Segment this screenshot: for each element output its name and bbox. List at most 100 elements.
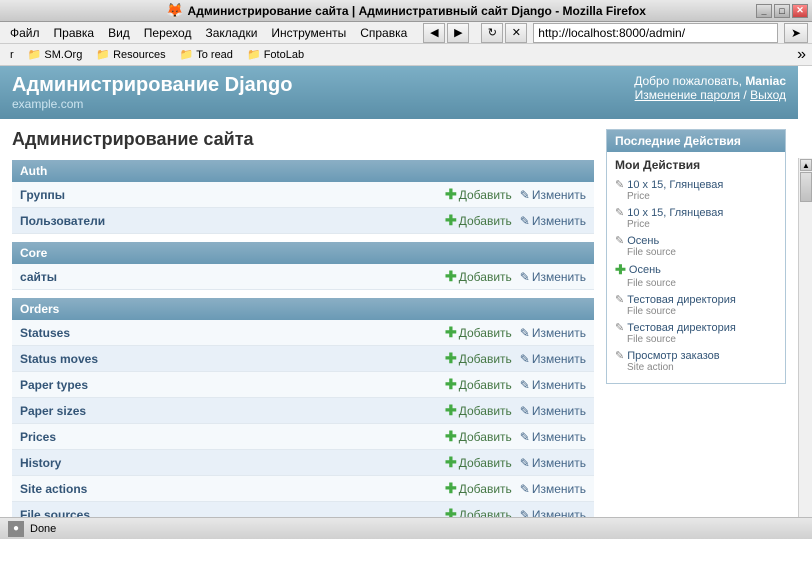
- statusbar: ● Done: [0, 517, 812, 539]
- pencil-icon-4: ✎: [520, 326, 530, 340]
- bm-resources[interactable]: Resources: [92, 47, 169, 62]
- minimize-button[interactable]: _: [756, 4, 772, 18]
- list-item: ✎ 10 x 15, Глянцевая Price: [615, 178, 777, 202]
- folder-icon-2: [96, 49, 110, 61]
- page-content: Администрирование сайта Auth Группы ✚Доб…: [0, 119, 798, 517]
- edit-icon-3: ✎: [615, 234, 624, 247]
- edit-icon-5: ✎: [615, 293, 624, 306]
- change-sites-button[interactable]: ✎Изменить: [520, 270, 586, 284]
- nav-forward-button[interactable]: ▶: [447, 23, 469, 43]
- welcome-text: Добро пожаловать,: [634, 74, 742, 88]
- nav-reload-button[interactable]: ↻: [481, 23, 503, 43]
- change-statuses-button[interactable]: ✎Изменить: [520, 326, 586, 340]
- add-paper-sizes-button[interactable]: ✚Добавить: [445, 402, 512, 419]
- model-paper-sizes[interactable]: Paper sizes: [20, 404, 86, 418]
- model-paper-types[interactable]: Paper types: [20, 378, 88, 392]
- recent-action-sub-2: Price: [615, 219, 777, 230]
- model-history[interactable]: History: [20, 456, 61, 470]
- nav-stop-button[interactable]: ✕: [505, 23, 527, 43]
- add-status-moves-button[interactable]: ✚Добавить: [445, 350, 512, 367]
- list-item: ✎ Просмотр заказов Site action: [615, 349, 777, 373]
- status-icon: ●: [8, 521, 24, 537]
- pencil-icon-11: ✎: [520, 508, 530, 518]
- model-site-actions[interactable]: Site actions: [20, 482, 87, 496]
- admin-title: Администрирование Django: [12, 74, 292, 97]
- recent-action-sub-4: File source: [615, 278, 777, 289]
- change-users-button[interactable]: ✎Изменить: [520, 214, 586, 228]
- menu-bookmarks[interactable]: Закладки: [199, 24, 263, 42]
- stop-icon: ✕: [512, 26, 521, 39]
- status-text: Done: [30, 523, 56, 535]
- go-button[interactable]: ➤: [784, 23, 808, 43]
- model-groups[interactable]: Группы: [20, 188, 65, 202]
- recent-action-link-6[interactable]: ✎ Тестовая директория: [615, 321, 777, 334]
- scrollbar[interactable]: ▲ ▼: [798, 158, 812, 517]
- menu-go[interactable]: Переход: [138, 24, 198, 42]
- bookmarks-more[interactable]: »: [797, 46, 806, 64]
- add-icon-4: ✚: [615, 262, 626, 278]
- plus-icon-9: ✚: [445, 454, 457, 471]
- admin-subtitle: example.com: [12, 97, 292, 111]
- model-sites[interactable]: сайты: [20, 270, 57, 284]
- add-site-actions-button[interactable]: ✚Добавить: [445, 480, 512, 497]
- add-users-button[interactable]: ✚Добавить: [445, 212, 512, 229]
- menu-view[interactable]: Вид: [102, 24, 136, 42]
- model-file-sources[interactable]: File sources: [20, 508, 90, 518]
- bm-fotolab[interactable]: FotoLab: [243, 47, 308, 62]
- change-paper-sizes-button[interactable]: ✎Изменить: [520, 404, 586, 418]
- menu-tools[interactable]: Инструменты: [265, 24, 352, 42]
- menu-edit[interactable]: Правка: [48, 24, 101, 42]
- add-history-button[interactable]: ✚Добавить: [445, 454, 512, 471]
- bm-smorg[interactable]: SM.Org: [24, 47, 87, 62]
- change-password-link[interactable]: Изменение пароля: [635, 88, 740, 102]
- recent-action-link-5[interactable]: ✎ Тестовая директория: [615, 293, 777, 306]
- model-users[interactable]: Пользователи: [20, 214, 105, 228]
- add-sites-button[interactable]: ✚Добавить: [445, 268, 512, 285]
- close-button[interactable]: ✕: [792, 4, 808, 18]
- change-file-sources-button[interactable]: ✎Изменить: [520, 508, 586, 518]
- address-input[interactable]: [533, 23, 778, 43]
- table-row: Site actions ✚Добавить ✎Изменить: [12, 476, 594, 502]
- add-prices-button[interactable]: ✚Добавить: [445, 428, 512, 445]
- bm-r[interactable]: r: [6, 48, 18, 62]
- nav-back-button[interactable]: ◀: [423, 23, 445, 43]
- pencil-icon-6: ✎: [520, 378, 530, 392]
- recent-action-link-7[interactable]: ✎ Просмотр заказов: [615, 349, 777, 362]
- recent-actions-box: Последние Действия Мои Действия ✎ 10 x 1…: [606, 129, 786, 384]
- add-groups-button[interactable]: ✚Добавить: [445, 186, 512, 203]
- scroll-thumb[interactable]: [800, 172, 812, 202]
- recent-action-link-2[interactable]: ✎ 10 x 15, Глянцевая: [615, 206, 777, 219]
- plus-icon-3: ✚: [445, 268, 457, 285]
- menu-file[interactable]: Файл: [4, 24, 46, 42]
- model-status-moves[interactable]: Status moves: [20, 352, 98, 366]
- add-paper-types-button[interactable]: ✚Добавить: [445, 376, 512, 393]
- right-column: Последние Действия Мои Действия ✎ 10 x 1…: [606, 129, 786, 517]
- bm-toread[interactable]: To read: [176, 47, 237, 62]
- logout-link[interactable]: Выход: [750, 88, 786, 102]
- module-orders: Orders Statuses ✚Добавить ✎Изменить Stat…: [12, 298, 594, 517]
- change-prices-button[interactable]: ✎Изменить: [520, 430, 586, 444]
- model-statuses[interactable]: Statuses: [20, 326, 70, 340]
- recent-action-link-3[interactable]: ✎ Осень: [615, 234, 777, 247]
- list-item: ✎ Тестовая директория File source: [615, 321, 777, 345]
- folder-icon: [28, 49, 42, 61]
- change-history-button[interactable]: ✎Изменить: [520, 456, 586, 470]
- add-file-sources-button[interactable]: ✚Добавить: [445, 506, 512, 517]
- maximize-button[interactable]: □: [774, 4, 790, 18]
- menu-help[interactable]: Справка: [354, 24, 413, 42]
- change-status-moves-button[interactable]: ✎Изменить: [520, 352, 586, 366]
- recent-action-link-4[interactable]: ✚ Осень: [615, 262, 777, 278]
- edit-icon-6: ✎: [615, 321, 624, 334]
- table-row: Status moves ✚Добавить ✎Изменить: [12, 346, 594, 372]
- add-statuses-button[interactable]: ✚Добавить: [445, 324, 512, 341]
- change-groups-button[interactable]: ✎Изменить: [520, 188, 586, 202]
- module-auth-header: Auth: [12, 160, 594, 182]
- scroll-up-button[interactable]: ▲: [800, 159, 812, 171]
- pencil-icon-9: ✎: [520, 456, 530, 470]
- plus-icon-2: ✚: [445, 212, 457, 229]
- model-prices[interactable]: Prices: [20, 430, 56, 444]
- pencil-icon-2: ✎: [520, 214, 530, 228]
- recent-action-link-1[interactable]: ✎ 10 x 15, Глянцевая: [615, 178, 777, 191]
- change-paper-types-button[interactable]: ✎Изменить: [520, 378, 586, 392]
- change-site-actions-button[interactable]: ✎Изменить: [520, 482, 586, 496]
